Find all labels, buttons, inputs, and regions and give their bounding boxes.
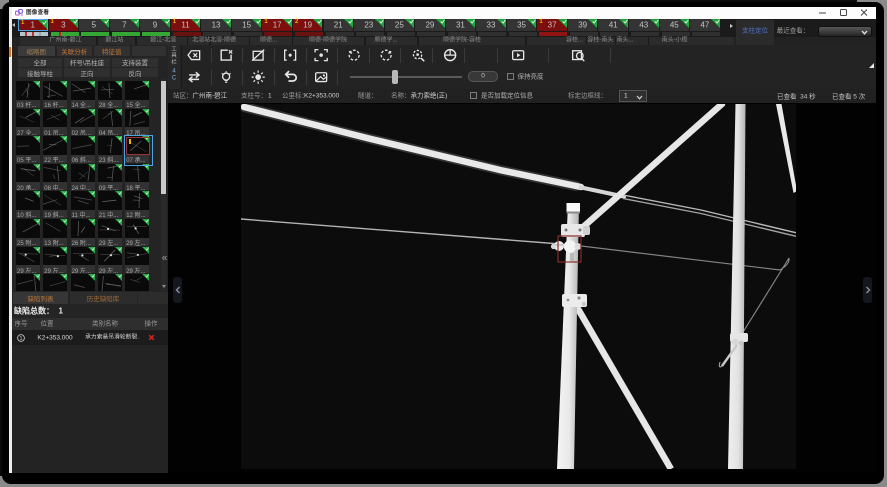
svg-text:1: 1 — [20, 336, 23, 342]
